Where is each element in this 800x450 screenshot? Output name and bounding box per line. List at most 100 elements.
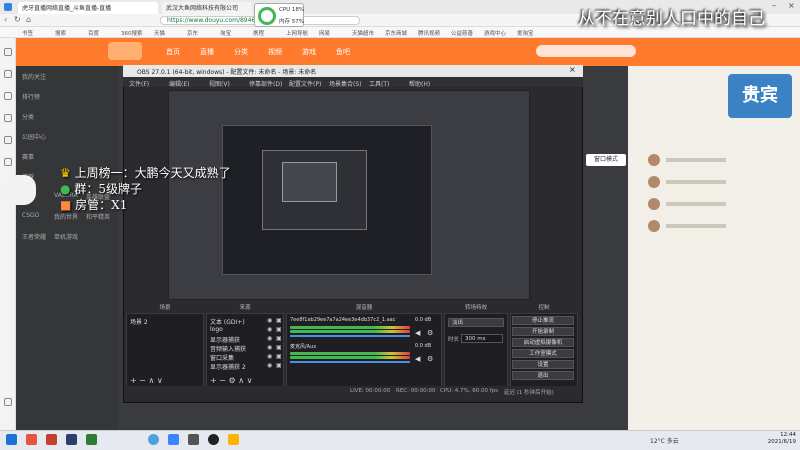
add-icon[interactable]: [4, 398, 12, 406]
lock-icon[interactable]: ▣: [276, 335, 282, 342]
speaker-icon[interactable]: ◀: [415, 355, 420, 363]
obs-taskbar-icon[interactable]: [208, 434, 219, 445]
nav-item[interactable]: 分类: [234, 47, 248, 57]
source-item[interactable]: 显示器捕获 2 ◉ ▣: [207, 362, 285, 371]
refresh-icon[interactable]: ↻: [14, 15, 21, 24]
control-button[interactable]: 停止推流: [512, 316, 574, 325]
bookmark-item[interactable]: 网易: [319, 29, 330, 37]
volume-slider[interactable]: [290, 335, 410, 337]
bookmark-item[interactable]: 搜索: [55, 29, 66, 37]
app-icon-2[interactable]: [46, 434, 57, 445]
bookmark-item[interactable]: 京东: [187, 29, 198, 37]
obs-menu-item[interactable]: 文件(F): [129, 79, 149, 88]
duration-input[interactable]: 300 ms: [461, 334, 503, 343]
browser-tab[interactable]: 武汉大鱼网络科技有限公司: [162, 2, 252, 14]
shopping-icon[interactable]: [4, 158, 12, 166]
search-input[interactable]: [536, 45, 636, 57]
bookmark-item[interactable]: 腾讯视频: [418, 29, 440, 37]
left-menu-item[interactable]: 单机游戏: [54, 232, 78, 241]
nav-item[interactable]: 首页: [166, 47, 180, 57]
nav-item[interactable]: 游戏: [302, 47, 316, 57]
control-button[interactable]: 启动虚拟摄像机: [512, 338, 574, 347]
obs-close-icon[interactable]: ×: [569, 65, 576, 74]
left-menu-item[interactable]: 分类: [22, 112, 34, 121]
obs-menu-item[interactable]: 场景集合(S): [329, 79, 362, 88]
mail-icon[interactable]: [4, 114, 12, 122]
douyu-logo[interactable]: [108, 42, 142, 60]
left-menu-item[interactable]: 和平精英: [86, 212, 110, 221]
app-icon-4[interactable]: [168, 434, 179, 445]
eye-icon[interactable]: ◉: [267, 326, 272, 333]
minimize-icon[interactable]: –: [772, 1, 776, 10]
obs-menu-item[interactable]: 停靠部件(D): [249, 79, 282, 88]
app-icon-5[interactable]: [188, 434, 199, 445]
eye-icon[interactable]: ◉: [267, 344, 272, 351]
photoshop-icon[interactable]: [66, 434, 77, 445]
eye-icon[interactable]: ◉: [267, 335, 272, 342]
left-menu-item[interactable]: 赛事: [22, 152, 34, 161]
left-menu-item[interactable]: 公园中心: [22, 132, 46, 141]
control-button[interactable]: 工作室模式: [512, 349, 574, 358]
left-menu-item[interactable]: 我的世界: [54, 212, 78, 221]
bookmark-item[interactable]: 百度: [88, 29, 99, 37]
browser-icon[interactable]: [148, 434, 159, 445]
bookmark-item[interactable]: 爱淘宝: [517, 29, 534, 37]
settings-gear-icon[interactable]: ⚙: [427, 329, 433, 337]
lock-icon[interactable]: ▣: [276, 362, 282, 369]
left-menu-item[interactable]: CSGO: [22, 212, 39, 219]
source-item[interactable]: logo ◉ ▣: [207, 326, 285, 334]
favorites-icon[interactable]: [4, 48, 12, 56]
source-item[interactable]: 显示器捕获 ◉ ▣: [207, 335, 285, 344]
history-icon[interactable]: [4, 70, 12, 78]
lock-icon[interactable]: ▣: [276, 344, 282, 351]
eye-icon[interactable]: ◉: [267, 362, 272, 369]
left-menu-item[interactable]: 排行榜: [22, 92, 40, 101]
left-menu-item[interactable]: 我的关注: [22, 72, 46, 81]
download-icon[interactable]: [4, 92, 12, 100]
eye-icon[interactable]: ◉: [267, 353, 272, 360]
control-button[interactable]: 开始录制: [512, 327, 574, 336]
avatar[interactable]: [648, 154, 660, 166]
bookmark-item[interactable]: 京东商城: [385, 29, 407, 37]
bookmark-item[interactable]: 公益慈善: [451, 29, 473, 37]
scene-item[interactable]: 场景 2: [130, 317, 148, 326]
eye-icon[interactable]: ◉: [267, 317, 272, 324]
obs-menu-item[interactable]: 工具(T): [369, 79, 389, 88]
control-button[interactable]: 设置: [512, 360, 574, 369]
bookmark-item[interactable]: 360搜索: [121, 29, 143, 37]
avatar[interactable]: [648, 198, 660, 210]
obs-menu-item[interactable]: 编辑(E): [169, 79, 189, 88]
lock-icon[interactable]: ▣: [276, 326, 282, 333]
bookmark-item[interactable]: 天猫超市: [352, 29, 374, 37]
close-icon[interactable]: ×: [788, 1, 795, 10]
app-icon-6[interactable]: [228, 434, 239, 445]
obs-menu-item[interactable]: 配置文件(P): [289, 79, 321, 88]
left-menu-item[interactable]: 王者荣耀: [22, 232, 46, 241]
window-mode-popup[interactable]: 窗口模式: [586, 154, 626, 166]
notes-icon[interactable]: [4, 136, 12, 144]
lock-icon[interactable]: ▣: [276, 317, 282, 324]
bookmark-item[interactable]: 携程: [253, 29, 264, 37]
back-icon[interactable]: ‹: [4, 15, 7, 24]
source-item[interactable]: 文本 (GDI+) ◉ ▣: [207, 317, 285, 326]
avatar[interactable]: [648, 220, 660, 232]
bookmark-item[interactable]: 上网导航: [286, 29, 308, 37]
source-item[interactable]: 音频输入捕获 ◉ ▣: [207, 344, 285, 353]
start-icon[interactable]: [6, 434, 17, 445]
bookmark-item[interactable]: 游戏中心: [484, 29, 506, 37]
settings-gear-icon[interactable]: ⚙: [427, 355, 433, 363]
obs-menu-item[interactable]: 帮助(H): [409, 79, 430, 88]
nav-item[interactable]: 视频: [268, 47, 282, 57]
transition-select[interactable]: 淡出: [448, 318, 504, 327]
speaker-icon[interactable]: ◀: [415, 329, 420, 337]
nav-item[interactable]: 鱼吧: [336, 47, 350, 57]
source-item[interactable]: 窗口采集 ◉ ▣: [207, 353, 285, 362]
control-button[interactable]: 退出: [512, 371, 574, 380]
home-icon[interactable]: ⌂: [26, 15, 31, 24]
avatar[interactable]: [648, 176, 660, 188]
browser-tab-active[interactable]: 虎牙直播网络直播_斗鱼直播-直播: [18, 2, 158, 14]
bookmark-item[interactable]: 淘宝: [220, 29, 231, 37]
bookmark-item[interactable]: 天猫: [154, 29, 165, 37]
app-icon-3[interactable]: [86, 434, 97, 445]
volume-slider[interactable]: [290, 361, 410, 363]
